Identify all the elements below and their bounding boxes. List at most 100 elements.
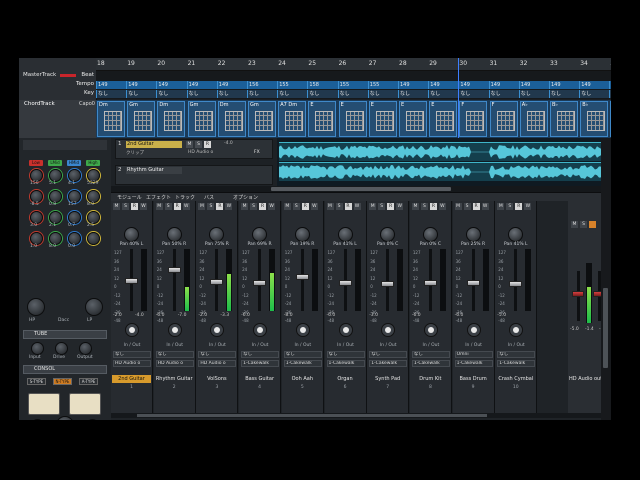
tempo-value[interactable]: 156 — [247, 81, 278, 89]
lock-icon[interactable] — [589, 221, 596, 228]
chord-block[interactable]: E — [368, 101, 397, 137]
pan-knob[interactable] — [166, 227, 182, 242]
eq-knob[interactable] — [87, 232, 100, 245]
tempo-value[interactable]: 155 — [277, 81, 309, 89]
key-value[interactable]: なし — [247, 90, 278, 98]
input-select[interactable]: なし — [155, 351, 194, 358]
write-button[interactable]: W — [310, 203, 318, 210]
phase-button[interactable] — [509, 323, 524, 337]
chord-lane[interactable]: Dm Gm Dm Gm Dm Gm A7 Dm E E E E E F F A♭ B♭ B♭ C — [96, 100, 611, 138]
pan-knob[interactable] — [508, 227, 524, 242]
key-value[interactable]: なし — [126, 90, 158, 98]
chord-block[interactable]: A7 Dm — [278, 101, 307, 137]
chord-block[interactable]: F — [489, 101, 518, 137]
drive-knob[interactable] — [56, 416, 74, 420]
chord-block[interactable]: Dm — [97, 101, 125, 137]
chord-block[interactable]: Dm — [157, 101, 186, 137]
eq-band-button[interactable]: High — [86, 160, 100, 166]
tempo-value[interactable]: 149 — [458, 81, 490, 89]
key-value[interactable]: なし — [216, 90, 248, 98]
key-row[interactable]: Key — [19, 89, 96, 98]
tempo-value[interactable]: 149 — [156, 81, 188, 89]
pan-knob[interactable] — [422, 227, 438, 242]
pan-knob[interactable] — [124, 227, 139, 242]
solo-button[interactable]: S — [506, 203, 514, 210]
key-value[interactable]: なし — [579, 90, 611, 98]
mute-button[interactable]: M — [283, 203, 291, 210]
strip-name[interactable]: Ooh Aah — [283, 375, 322, 383]
input-select[interactable]: なし — [326, 351, 365, 358]
fader-track[interactable] — [386, 249, 390, 311]
chord-block[interactable]: Dm — [217, 101, 246, 137]
fx-badge[interactable]: FX — [254, 150, 260, 155]
tempo-value[interactable]: 149 — [428, 81, 460, 89]
solo-button[interactable]: S — [250, 203, 258, 210]
strip-name[interactable]: VolSons — [197, 375, 236, 383]
key-value[interactable]: なし — [277, 90, 309, 98]
strip-name[interactable]: Organ — [326, 375, 365, 383]
record-button[interactable]: R — [387, 203, 395, 210]
tube-knob[interactable] — [55, 342, 68, 355]
input-select[interactable]: なし — [113, 351, 151, 358]
mute-button[interactable]: M — [186, 141, 193, 148]
mute-button[interactable]: M — [369, 203, 377, 210]
console-menu-3[interactable]: バス — [204, 194, 214, 201]
console-module-bar[interactable]: CONSOL — [23, 365, 107, 374]
mute-button[interactable]: M — [155, 203, 163, 210]
key-value[interactable]: なし — [488, 90, 520, 98]
solo-button[interactable]: S — [164, 203, 172, 210]
output-select[interactable]: 1-Cakewalk — [326, 360, 365, 367]
strip-name[interactable]: Bass Guitar — [240, 375, 279, 383]
volume-fader[interactable] — [253, 279, 267, 286]
record-button[interactable]: R — [344, 203, 352, 210]
master-track-row[interactable]: MasterTrack Beat — [19, 71, 96, 80]
eq-band-button[interactable]: LMid — [48, 160, 62, 166]
chord-block[interactable]: E — [399, 101, 427, 137]
key-value[interactable]: なし — [307, 90, 339, 98]
tempo-value[interactable]: 149 — [216, 81, 248, 89]
input-select[interactable]: なし — [369, 351, 408, 358]
phase-button[interactable] — [466, 323, 481, 337]
phase-button[interactable] — [338, 323, 353, 337]
record-button[interactable]: R — [472, 203, 480, 210]
tempo-value[interactable]: 149 — [126, 81, 158, 89]
key-value[interactable]: なし — [398, 90, 429, 98]
output-select[interactable]: HD Audio o — [113, 360, 151, 367]
volume-fader[interactable] — [509, 281, 523, 288]
volume-fader[interactable] — [125, 278, 138, 285]
pan-knob[interactable] — [380, 227, 396, 242]
chord-block[interactable]: Gm — [187, 101, 216, 137]
chord-track-header[interactable]: ChordTrack Capo0 — [19, 100, 96, 138]
tube-knob[interactable] — [31, 342, 44, 355]
tempo-value[interactable]: 158 — [307, 81, 339, 89]
tolerance-knob[interactable] — [86, 419, 99, 420]
tempo-lane[interactable]: 149 149 149 149 149 156 155 158 155 155 149 149 149 1… — [96, 81, 611, 89]
mute-button[interactable]: M — [326, 203, 334, 210]
track-row-2[interactable]: 2 Rhythm Guitar — [115, 165, 273, 185]
write-button[interactable]: W — [481, 203, 489, 210]
pan-knob[interactable] — [337, 227, 353, 242]
output-select[interactable]: HD Audio o — [155, 360, 194, 367]
pan-knob[interactable] — [294, 227, 310, 242]
console-type-button[interactable]: A-TYPE — [79, 378, 98, 385]
input-select[interactable]: なし — [241, 351, 280, 358]
console-menu-4[interactable]: オプション — [233, 194, 258, 201]
chord-block[interactable]: B♭ — [580, 101, 609, 137]
scroll-thumb[interactable] — [137, 414, 487, 417]
output-select[interactable]: 1-Cakewalk — [454, 360, 493, 367]
key-value[interactable]: なし — [609, 90, 611, 98]
console-type-button[interactable]: N-TYPE — [53, 378, 72, 385]
volume-fader[interactable] — [210, 279, 224, 286]
write-button[interactable]: W — [396, 203, 404, 210]
master-fader-left[interactable] — [572, 291, 584, 297]
solo-button[interactable]: S — [378, 203, 386, 210]
tempo-value[interactable]: 149 — [549, 81, 580, 89]
phase-button[interactable] — [210, 323, 225, 337]
key-value[interactable]: なし — [458, 90, 490, 98]
volume-fader[interactable] — [466, 279, 480, 286]
phase-button[interactable] — [125, 323, 139, 337]
playhead[interactable] — [458, 58, 459, 140]
record-button[interactable]: R — [515, 203, 523, 210]
output-select[interactable]: 1-Cakewalk — [497, 360, 536, 367]
tempo-value[interactable]: 149 — [488, 81, 520, 89]
